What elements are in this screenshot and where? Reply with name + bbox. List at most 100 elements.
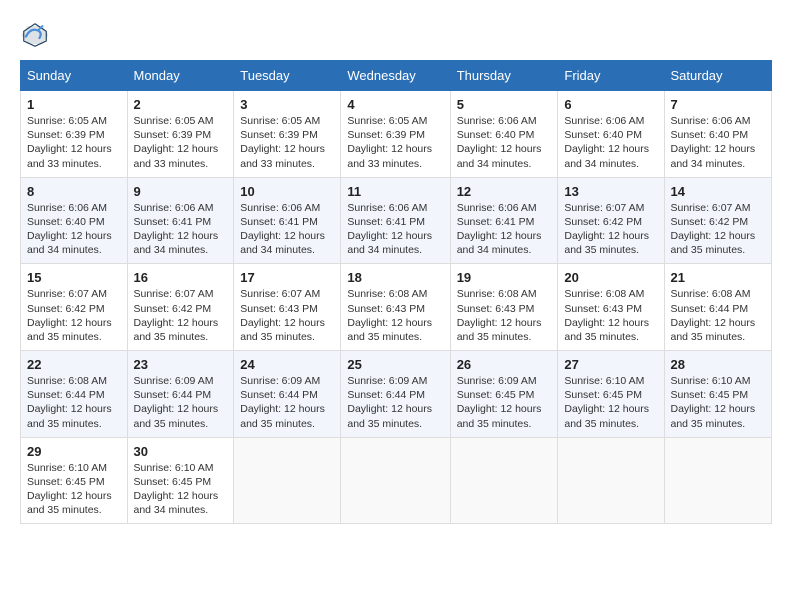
calendar-cell: 6Sunrise: 6:06 AM Sunset: 6:40 PM Daylig… bbox=[558, 91, 664, 178]
day-number: 18 bbox=[347, 270, 443, 285]
calendar-cell: 27 Sunrise: 6:10 AM Sunset: 6:45 PM Dayli… bbox=[558, 351, 664, 438]
calendar-header-row: SundayMondayTuesdayWednesdayThursdayFrid… bbox=[21, 61, 772, 91]
calendar-cell: 5 Sunrise: 6:06 AM Sunset: 6:40 PM Daylig… bbox=[450, 91, 558, 178]
day-header-sunday: Sunday bbox=[21, 61, 128, 91]
day-detail: Sunrise: 6:05 AM Sunset: 6:39 PM Dayligh… bbox=[134, 114, 228, 171]
calendar-week-row: 15Sunrise: 6:07 AM Sunset: 6:42 PM Dayli… bbox=[21, 264, 772, 351]
calendar-cell: 13 Sunrise: 6:07 AM Sunset: 6:42 PM Dayli… bbox=[558, 177, 664, 264]
calendar-cell: 2 Sunrise: 6:05 AM Sunset: 6:39 PM Daylig… bbox=[127, 91, 234, 178]
day-detail: Sunrise: 6:06 AM Sunset: 6:41 PM Dayligh… bbox=[134, 201, 228, 258]
calendar-cell bbox=[450, 437, 558, 524]
calendar-cell: 7 Sunrise: 6:06 AM Sunset: 6:40 PM Daylig… bbox=[664, 91, 772, 178]
calendar-cell: 29 Sunrise: 6:10 AM Sunset: 6:45 PM Dayli… bbox=[21, 437, 128, 524]
day-detail: Sunrise: 6:07 AM Sunset: 6:43 PM Dayligh… bbox=[240, 287, 334, 344]
day-detail: Sunrise: 6:10 AM Sunset: 6:45 PM Dayligh… bbox=[671, 374, 766, 431]
calendar-cell: 16 Sunrise: 6:07 AM Sunset: 6:42 PM Dayli… bbox=[127, 264, 234, 351]
day-detail: Sunrise: 6:09 AM Sunset: 6:44 PM Dayligh… bbox=[134, 374, 228, 431]
calendar-cell: 1 Sunrise: 6:05 AM Sunset: 6:39 PM Daylig… bbox=[21, 91, 128, 178]
day-detail: Sunrise: 6:06 AM Sunset: 6:40 PM Dayligh… bbox=[457, 114, 552, 171]
day-number: 6 bbox=[564, 97, 657, 112]
day-number: 22 bbox=[27, 357, 121, 372]
day-detail: Sunrise: 6:06 AM Sunset: 6:40 PM Dayligh… bbox=[27, 201, 121, 258]
day-header-thursday: Thursday bbox=[450, 61, 558, 91]
day-number: 23 bbox=[134, 357, 228, 372]
day-detail: Sunrise: 6:08 AM Sunset: 6:44 PM Dayligh… bbox=[27, 374, 121, 431]
day-number: 25 bbox=[347, 357, 443, 372]
day-detail: Sunrise: 6:06 AM Sunset: 6:41 PM Dayligh… bbox=[347, 201, 443, 258]
day-number: 20 bbox=[564, 270, 657, 285]
day-number: 9 bbox=[134, 184, 228, 199]
day-detail: Sunrise: 6:08 AM Sunset: 6:43 PM Dayligh… bbox=[347, 287, 443, 344]
day-number: 29 bbox=[27, 444, 121, 459]
day-number: 4 bbox=[347, 97, 443, 112]
day-number: 28 bbox=[671, 357, 766, 372]
day-header-tuesday: Tuesday bbox=[234, 61, 341, 91]
day-number: 8 bbox=[27, 184, 121, 199]
day-detail: Sunrise: 6:06 AM Sunset: 6:40 PM Dayligh… bbox=[671, 114, 766, 171]
calendar-cell: 26 Sunrise: 6:09 AM Sunset: 6:45 PM Dayli… bbox=[450, 351, 558, 438]
day-detail: Sunrise: 6:07 AM Sunset: 6:42 PM Dayligh… bbox=[564, 201, 657, 258]
calendar-week-row: 22 Sunrise: 6:08 AM Sunset: 6:44 PM Dayli… bbox=[21, 351, 772, 438]
day-detail: Sunrise: 6:05 AM Sunset: 6:39 PM Dayligh… bbox=[27, 114, 121, 171]
day-header-friday: Friday bbox=[558, 61, 664, 91]
calendar-cell bbox=[341, 437, 450, 524]
calendar-table: SundayMondayTuesdayWednesdayThursdayFrid… bbox=[20, 60, 772, 524]
calendar-cell: 3 Sunrise: 6:05 AM Sunset: 6:39 PM Daylig… bbox=[234, 91, 341, 178]
day-detail: Sunrise: 6:09 AM Sunset: 6:45 PM Dayligh… bbox=[457, 374, 552, 431]
day-number: 17 bbox=[240, 270, 334, 285]
day-number: 7 bbox=[671, 97, 766, 112]
calendar-cell: 8 Sunrise: 6:06 AM Sunset: 6:40 PM Daylig… bbox=[21, 177, 128, 264]
calendar-cell bbox=[664, 437, 772, 524]
day-detail: Sunrise: 6:06 AM Sunset: 6:41 PM Dayligh… bbox=[240, 201, 334, 258]
day-detail: Sunrise: 6:07 AM Sunset: 6:42 PM Dayligh… bbox=[671, 201, 766, 258]
calendar-cell: 18 Sunrise: 6:08 AM Sunset: 6:43 PM Dayli… bbox=[341, 264, 450, 351]
day-number: 1 bbox=[27, 97, 121, 112]
calendar-cell: 19 Sunrise: 6:08 AM Sunset: 6:43 PM Dayli… bbox=[450, 264, 558, 351]
day-number: 11 bbox=[347, 184, 443, 199]
day-number: 5 bbox=[457, 97, 552, 112]
day-number: 21 bbox=[671, 270, 766, 285]
calendar-cell: 24Sunrise: 6:09 AM Sunset: 6:44 PM Dayli… bbox=[234, 351, 341, 438]
day-number: 27 bbox=[564, 357, 657, 372]
day-number: 19 bbox=[457, 270, 552, 285]
calendar-week-row: 1 Sunrise: 6:05 AM Sunset: 6:39 PM Daylig… bbox=[21, 91, 772, 178]
logo bbox=[20, 20, 54, 50]
day-detail: Sunrise: 6:10 AM Sunset: 6:45 PM Dayligh… bbox=[27, 461, 121, 518]
day-number: 12 bbox=[457, 184, 552, 199]
day-detail: Sunrise: 6:08 AM Sunset: 6:43 PM Dayligh… bbox=[564, 287, 657, 344]
day-detail: Sunrise: 6:10 AM Sunset: 6:45 PM Dayligh… bbox=[134, 461, 228, 518]
day-detail: Sunrise: 6:08 AM Sunset: 6:43 PM Dayligh… bbox=[457, 287, 552, 344]
day-number: 24 bbox=[240, 357, 334, 372]
day-number: 2 bbox=[134, 97, 228, 112]
day-detail: Sunrise: 6:09 AM Sunset: 6:44 PM Dayligh… bbox=[347, 374, 443, 431]
page-header bbox=[20, 20, 772, 50]
calendar-cell: 10Sunrise: 6:06 AM Sunset: 6:41 PM Dayli… bbox=[234, 177, 341, 264]
calendar-cell: 15Sunrise: 6:07 AM Sunset: 6:42 PM Dayli… bbox=[21, 264, 128, 351]
calendar-cell: 12Sunrise: 6:06 AM Sunset: 6:41 PM Dayli… bbox=[450, 177, 558, 264]
day-detail: Sunrise: 6:07 AM Sunset: 6:42 PM Dayligh… bbox=[27, 287, 121, 344]
calendar-cell: 11 Sunrise: 6:06 AM Sunset: 6:41 PM Dayli… bbox=[341, 177, 450, 264]
day-number: 30 bbox=[134, 444, 228, 459]
calendar-cell: 23 Sunrise: 6:09 AM Sunset: 6:44 PM Dayli… bbox=[127, 351, 234, 438]
day-number: 3 bbox=[240, 97, 334, 112]
day-detail: Sunrise: 6:05 AM Sunset: 6:39 PM Dayligh… bbox=[240, 114, 334, 171]
day-detail: Sunrise: 6:05 AM Sunset: 6:39 PM Dayligh… bbox=[347, 114, 443, 171]
day-number: 26 bbox=[457, 357, 552, 372]
calendar-cell bbox=[234, 437, 341, 524]
day-header-monday: Monday bbox=[127, 61, 234, 91]
day-header-saturday: Saturday bbox=[664, 61, 772, 91]
calendar-cell: 28 Sunrise: 6:10 AM Sunset: 6:45 PM Dayli… bbox=[664, 351, 772, 438]
day-detail: Sunrise: 6:10 AM Sunset: 6:45 PM Dayligh… bbox=[564, 374, 657, 431]
logo-icon bbox=[20, 20, 50, 50]
day-number: 13 bbox=[564, 184, 657, 199]
calendar-cell: 30 Sunrise: 6:10 AM Sunset: 6:45 PM Dayli… bbox=[127, 437, 234, 524]
calendar-cell bbox=[558, 437, 664, 524]
day-number: 14 bbox=[671, 184, 766, 199]
calendar-cell: 14 Sunrise: 6:07 AM Sunset: 6:42 PM Dayli… bbox=[664, 177, 772, 264]
day-detail: Sunrise: 6:07 AM Sunset: 6:42 PM Dayligh… bbox=[134, 287, 228, 344]
day-header-wednesday: Wednesday bbox=[341, 61, 450, 91]
day-number: 16 bbox=[134, 270, 228, 285]
day-detail: Sunrise: 6:08 AM Sunset: 6:44 PM Dayligh… bbox=[671, 287, 766, 344]
calendar-cell: 9 Sunrise: 6:06 AM Sunset: 6:41 PM Daylig… bbox=[127, 177, 234, 264]
calendar-cell: 22 Sunrise: 6:08 AM Sunset: 6:44 PM Dayli… bbox=[21, 351, 128, 438]
